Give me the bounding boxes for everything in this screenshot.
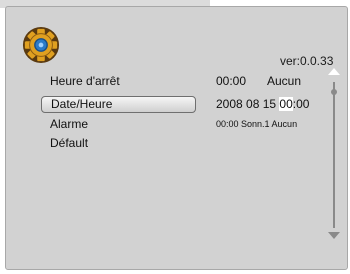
version-label: ver:0.0.33 (280, 54, 334, 68)
menu-item-alarm[interactable]: Alarme (41, 116, 196, 133)
menu-item-stop-time[interactable]: Heure d'arrêt (41, 73, 196, 90)
menu-item-date-time[interactable]: Date/Heure (41, 96, 196, 113)
date-time-value[interactable]: 2008 08 15 00:00 (216, 96, 309, 113)
scrollbar-track[interactable] (333, 82, 335, 228)
stop-time-mode: Aucun (267, 74, 302, 88)
minute-part: :00 (292, 97, 310, 111)
hour-field-editing[interactable]: 00 (279, 97, 293, 111)
date-part: 2008 08 15 (216, 97, 280, 111)
alarm-value: 00:00 Sonn.1 Aucun (216, 119, 298, 129)
scroll-up-arrow-icon[interactable] (328, 68, 340, 75)
scrollbar-thumb[interactable] (331, 89, 337, 95)
scroll-down-arrow-icon[interactable] (328, 232, 340, 239)
gear-icon (22, 26, 60, 64)
stop-time-value: 00:00 (216, 74, 247, 88)
menu-item-default[interactable]: Défault (41, 135, 196, 152)
